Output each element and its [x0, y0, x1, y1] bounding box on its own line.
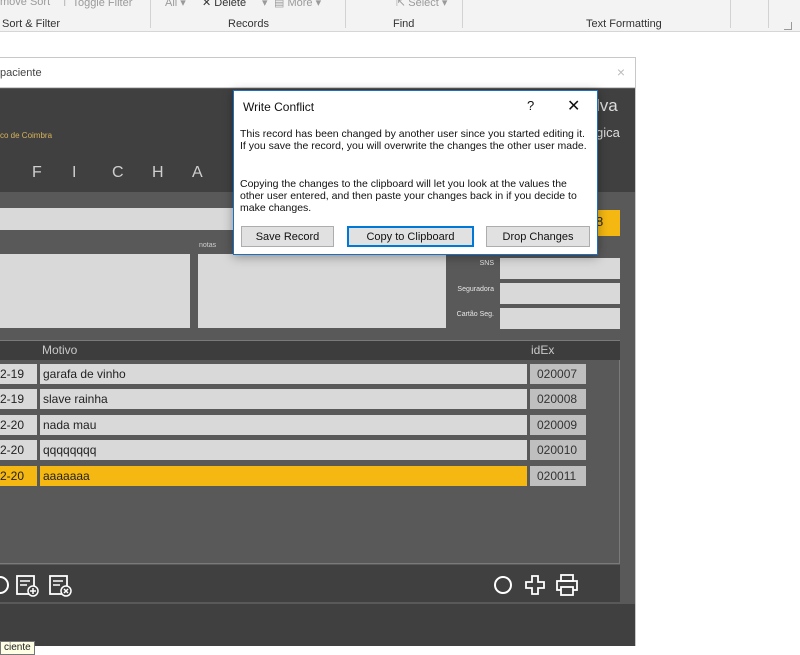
doctor-name: lva [596, 96, 618, 115]
motivo-cell[interactable]: qqqqqqqq [40, 440, 527, 460]
close-icon[interactable]: × [617, 64, 625, 80]
cartao-label: Cartão Seg. [456, 311, 494, 318]
motivo-cell[interactable]: slave rainha [40, 389, 527, 409]
select-label: Select ▾ [408, 0, 448, 9]
dialog-title: Write Conflict [243, 100, 315, 114]
help-icon[interactable]: ? [527, 98, 534, 113]
ribbon-separator [462, 0, 463, 28]
delete-x-icon: ✕ [202, 0, 215, 9]
chevron-down-icon[interactable]: ▾ [262, 0, 268, 9]
print-icon[interactable] [555, 573, 579, 597]
notas-label: notas [199, 242, 217, 249]
dialog-message-overwrite: This record has been changed by another … [240, 128, 587, 152]
group-find: Find [393, 18, 415, 30]
idex-cell[interactable]: 020008 [530, 389, 586, 409]
motivo-column-header: Motivo [42, 343, 78, 357]
date-cell[interactable]: 2-19 [0, 364, 37, 384]
ribbon-separator [345, 0, 346, 28]
delete-button[interactable]: ✕ Delete [202, 0, 246, 9]
toggle-filter-label: Toggle Filter [72, 0, 133, 9]
close-icon[interactable]: ✕ [567, 96, 580, 116]
save-record-button[interactable]: Save Record [241, 226, 334, 247]
seguradora-label: Seguradora [457, 286, 494, 293]
more-icon: ▤ [274, 0, 288, 9]
details-box[interactable] [0, 254, 190, 328]
sns-field[interactable] [500, 258, 620, 279]
group-records: Records [228, 18, 269, 30]
group-text-formatting: Text Formatting [586, 18, 662, 30]
table-row[interactable]: 2-20 qqqqqqqq 020010 [0, 440, 620, 460]
filter-icon: ⊤ [60, 0, 73, 9]
idex-cell[interactable]: 020009 [530, 415, 586, 435]
delete-record-icon[interactable] [48, 573, 72, 597]
dialog-launcher-icon[interactable] [784, 22, 792, 30]
cartao-field[interactable] [500, 308, 620, 329]
ficha-letter: I [72, 164, 77, 181]
ribbon: move Sort ⊤ Toggle Filter All ▾ ✕ Delete… [0, 0, 800, 32]
date-cell[interactable]: 2-20 [0, 415, 37, 435]
ficha-letter: A [192, 164, 203, 181]
doctor-specialty: gica [596, 125, 620, 140]
table-header: Motivo idEx [0, 341, 620, 360]
idex-cell[interactable]: 020011 [530, 466, 586, 486]
tooltip: ciente [0, 641, 35, 655]
clinic-subtitle: co de Coimbra [0, 131, 53, 140]
notas-field[interactable] [198, 254, 446, 328]
cursor-icon: ⇱ [396, 0, 409, 9]
copy-to-clipboard-button[interactable]: Copy to Clipboard [347, 226, 474, 247]
table-row-selected[interactable]: 2-20 aaaaaaa 020011 [0, 466, 620, 486]
ficha-heading: FICHA [32, 164, 232, 182]
dialog-message-clipboard: Copying the changes to the clipboard wil… [240, 178, 577, 214]
motivo-cell[interactable]: garafa de vinho [40, 364, 527, 384]
ribbon-separator [730, 0, 731, 28]
more-label: More ▾ [287, 0, 322, 9]
more-button[interactable]: ▤ More ▾ [274, 0, 321, 9]
circle-icon[interactable] [491, 573, 515, 597]
ficha-letter: H [152, 164, 164, 181]
table-row[interactable]: 2-20 nada mau 020009 [0, 415, 620, 435]
motivo-cell[interactable]: aaaaaaa [40, 466, 527, 486]
form-title: paciente [0, 67, 42, 79]
date-cell[interactable]: 2-20 [0, 466, 37, 486]
motivo-cell[interactable]: nada mau [40, 415, 527, 435]
ribbon-separator [150, 0, 151, 28]
idex-cell[interactable]: 020007 [530, 364, 586, 384]
idex-cell[interactable]: 020010 [530, 440, 586, 460]
totals-all-button[interactable]: All ▾ [165, 0, 186, 9]
form-titlebar: paciente × [0, 58, 635, 88]
select-button[interactable]: ⇱ Select ▾ [396, 0, 447, 9]
table-row[interactable]: 2-19 garafa de vinho 020007 [0, 364, 620, 384]
add-record-icon[interactable] [15, 573, 39, 597]
refresh-icon[interactable] [0, 573, 12, 597]
group-sort-filter: Sort & Filter [2, 18, 61, 30]
sns-label: SNS [479, 260, 494, 267]
seguradora-field[interactable] [500, 283, 620, 304]
date-cell[interactable]: 2-19 [0, 389, 37, 409]
write-conflict-dialog: Write Conflict ? ✕ This record has been … [233, 90, 598, 255]
idex-column-header: idEx [531, 343, 555, 357]
ficha-letter: C [112, 164, 124, 181]
remove-sort-button[interactable]: move Sort [0, 0, 50, 8]
date-cell[interactable]: 2-20 [0, 440, 37, 460]
ribbon-separator [768, 0, 769, 28]
form-footer [0, 604, 635, 646]
toggle-filter-button[interactable]: ⊤ Toggle Filter [60, 0, 132, 9]
form-toolbar [0, 565, 620, 602]
drop-changes-button[interactable]: Drop Changes [486, 226, 590, 247]
plus-icon[interactable] [523, 573, 547, 597]
exams-subform: Motivo idEx 2-19 garafa de vinho 020007 … [0, 340, 620, 564]
ficha-letter: F [32, 164, 42, 181]
table-row[interactable]: 2-19 slave rainha 020008 [0, 389, 620, 409]
delete-label: Delete [214, 0, 247, 9]
